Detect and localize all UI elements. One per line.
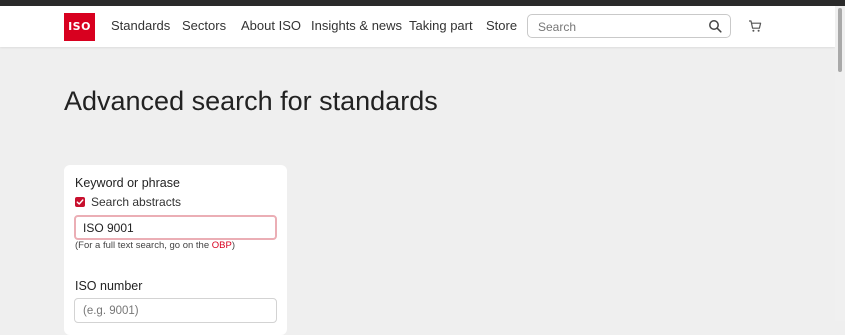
keyword-label: Keyword or phrase (75, 176, 180, 190)
nav-sectors[interactable]: Sectors (182, 18, 226, 33)
nav-standards[interactable]: Standards (111, 18, 170, 33)
keyword-input[interactable] (74, 215, 277, 240)
iso-number-input[interactable] (74, 298, 277, 323)
site-search (527, 14, 731, 38)
site-header: ISO Standards Sectors About ISO Insights… (0, 6, 835, 47)
page-scrollbar[interactable] (835, 6, 845, 321)
obp-link[interactable]: OBP (212, 240, 232, 251)
search-icon[interactable] (708, 19, 722, 33)
scrollbar-thumb[interactable] (838, 8, 842, 72)
search-abstracts-option[interactable]: Search abstracts (75, 195, 181, 209)
iso-number-label: ISO number (75, 279, 143, 293)
iso-logo[interactable]: ISO (64, 13, 95, 41)
search-abstracts-checkbox[interactable] (75, 197, 85, 207)
nav-insights-news[interactable]: Insights & news (311, 18, 402, 33)
nav-about-iso[interactable]: About ISO (241, 18, 301, 33)
search-input[interactable] (536, 18, 700, 36)
checkmark-icon (76, 199, 84, 205)
page-title: Advanced search for standards (64, 86, 438, 116)
cart-icon[interactable] (748, 19, 762, 33)
hint-prefix: (For a full text search, go on the (75, 240, 212, 251)
full-text-hint: (For a full text search, go on the OBP) (75, 240, 235, 251)
search-abstracts-label: Search abstracts (91, 195, 182, 209)
hint-suffix: ) (231, 240, 235, 251)
nav-taking-part[interactable]: Taking part (409, 18, 473, 33)
search-form-card: Keyword or phrase Search abstracts (For … (64, 165, 287, 335)
nav-store[interactable]: Store (486, 18, 517, 33)
